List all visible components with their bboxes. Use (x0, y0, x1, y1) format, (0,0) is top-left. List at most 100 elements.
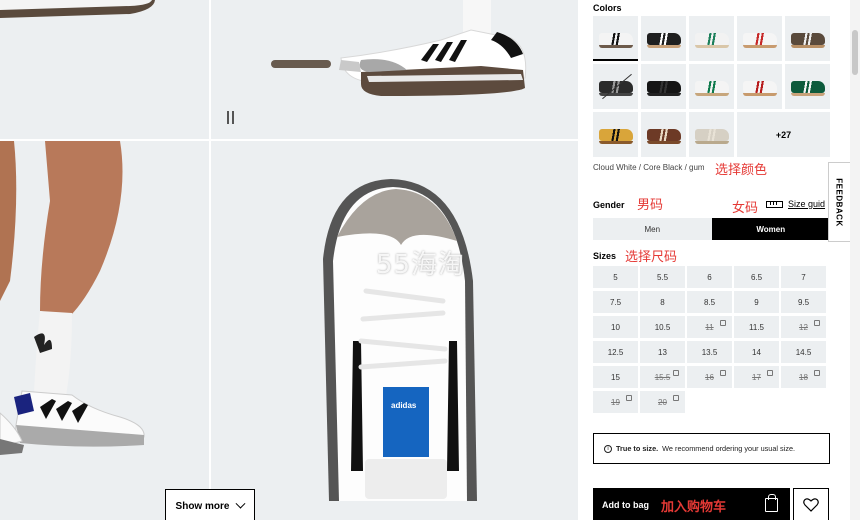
insole-brand-text: adidas (391, 401, 417, 410)
size-option[interactable]: 7 (781, 266, 826, 288)
color-swatch[interactable] (641, 16, 686, 61)
size-option[interactable]: 10.5 (640, 316, 685, 338)
color-swatch[interactable] (641, 64, 686, 109)
color-swatch[interactable] (689, 112, 734, 157)
color-swatch[interactable] (785, 16, 830, 61)
size-value: 7.5 (609, 297, 622, 307)
gender-toggle: Men Women (593, 218, 830, 240)
gallery-image-2[interactable] (211, 0, 578, 139)
feedback-tab[interactable]: FEEDBACK (828, 162, 850, 242)
size-value: 15 (611, 372, 620, 382)
size-value: 18 (799, 372, 808, 382)
size-option[interactable]: 8.5 (687, 291, 732, 313)
size-value: 6.5 (750, 272, 763, 282)
heart-icon (803, 498, 819, 512)
add-to-bag-button[interactable]: Add to bag 加入购物车 (593, 488, 790, 520)
product-gallery: adidas 55海淘 Show more (0, 0, 578, 520)
gallery-image-3[interactable] (0, 141, 209, 520)
size-option[interactable]: 8 (640, 291, 685, 313)
size-option[interactable]: 11.5 (734, 316, 779, 338)
size-grid: 5 5.5 6 6.5 7 7.5 8 8.5 9 9.5 10 10.5 11 11.5 12 12.5 13… (593, 266, 830, 413)
size-option[interactable]: 9 (734, 291, 779, 313)
size-value: 12.5 (607, 347, 624, 357)
color-swatch[interactable] (641, 112, 686, 157)
color-swatch[interactable] (593, 112, 638, 157)
selected-color-name: Cloud White / Core Black / gum (593, 163, 705, 172)
size-option[interactable]: 14 (734, 341, 779, 363)
shoe-top-graphic (323, 179, 477, 501)
color-swatch[interactable] (593, 64, 638, 109)
color-swatch-grid: +27 (593, 16, 831, 157)
color-swatch[interactable] (689, 64, 734, 109)
size-value: 13.5 (701, 347, 718, 357)
shoe-thumbnail-icon (598, 32, 633, 48)
size-option[interactable]: 5.5 (640, 266, 685, 288)
size-option[interactable]: 10 (593, 316, 638, 338)
size-option[interactable]: 16 (687, 366, 732, 388)
size-option[interactable]: 15 (593, 366, 638, 388)
notify-icon (626, 395, 632, 401)
chevron-down-icon (236, 498, 246, 509)
size-option[interactable]: 12 (781, 316, 826, 338)
gender-option-women[interactable]: Women (711, 218, 830, 240)
gallery-image-1[interactable] (0, 0, 209, 139)
shoe-thumbnail-icon (694, 32, 729, 48)
size-value: 9.5 (797, 297, 810, 307)
true-to-size-bold: True to size. (616, 444, 659, 453)
size-value: 14.5 (795, 347, 812, 357)
shoe-thumbnail-icon (790, 32, 825, 48)
color-swatch[interactable] (737, 16, 782, 61)
size-option[interactable]: 9.5 (781, 291, 826, 313)
size-option[interactable]: 15.5 (640, 366, 685, 388)
size-option[interactable]: 17 (734, 366, 779, 388)
size-option[interactable]: 6.5 (734, 266, 779, 288)
shoe-thumbnail-icon (646, 80, 681, 96)
shoe-partial-graphic (0, 0, 155, 18)
size-value: 16 (705, 372, 714, 382)
annotation-choose-size: 选择尺码 (625, 250, 678, 265)
show-more-button[interactable]: Show more (165, 489, 255, 520)
color-swatch[interactable] (785, 64, 830, 109)
size-value: 5 (613, 272, 618, 282)
shoe-thumbnail-icon (742, 80, 777, 96)
scrollbar[interactable] (850, 0, 860, 520)
size-option[interactable]: 7.5 (593, 291, 638, 313)
gallery-image-4[interactable]: adidas (211, 141, 578, 520)
sizes-label: Sizes (593, 251, 617, 261)
shoe-thumbnail-icon (790, 80, 825, 96)
color-swatch[interactable] (593, 16, 638, 61)
size-option[interactable]: 13 (640, 341, 685, 363)
size-option[interactable]: 13.5 (687, 341, 732, 363)
notify-icon (673, 395, 679, 401)
color-swatch[interactable] (689, 16, 734, 61)
size-option[interactable]: 5 (593, 266, 638, 288)
size-guide-label: Size guid (788, 199, 826, 209)
shoe-thumbnail-icon (598, 128, 633, 144)
size-value: 5.5 (656, 272, 669, 282)
size-value: 19 (611, 397, 620, 407)
ruler-icon (766, 200, 783, 208)
size-option[interactable]: 18 (781, 366, 826, 388)
scrollbar-thumb[interactable] (852, 30, 858, 75)
more-colors-button[interactable]: +27 (737, 112, 830, 157)
size-option[interactable]: 14.5 (781, 341, 826, 363)
notify-icon (814, 320, 820, 326)
size-option[interactable]: 12.5 (593, 341, 638, 363)
shoe-thumbnail-icon (694, 80, 729, 96)
wishlist-button[interactable] (793, 488, 829, 520)
size-option[interactable]: 19 (593, 391, 638, 413)
info-icon: i (604, 444, 612, 453)
color-swatch[interactable] (737, 64, 782, 109)
product-options-panel: Colors +27 Cloud White / Core Black / gu… (578, 0, 860, 520)
notify-icon (767, 370, 773, 376)
size-option[interactable]: 11 (687, 316, 732, 338)
size-value: 8.5 (703, 297, 716, 307)
size-guide-link[interactable]: Size guid (766, 199, 825, 209)
size-option[interactable]: 20 (640, 391, 685, 413)
size-value: 10 (611, 322, 620, 332)
pause-icon[interactable] (226, 111, 236, 125)
gender-option-men[interactable]: Men (593, 218, 712, 240)
size-value: 10.5 (654, 322, 671, 332)
size-value: 9 (754, 297, 759, 307)
size-option[interactable]: 6 (687, 266, 732, 288)
